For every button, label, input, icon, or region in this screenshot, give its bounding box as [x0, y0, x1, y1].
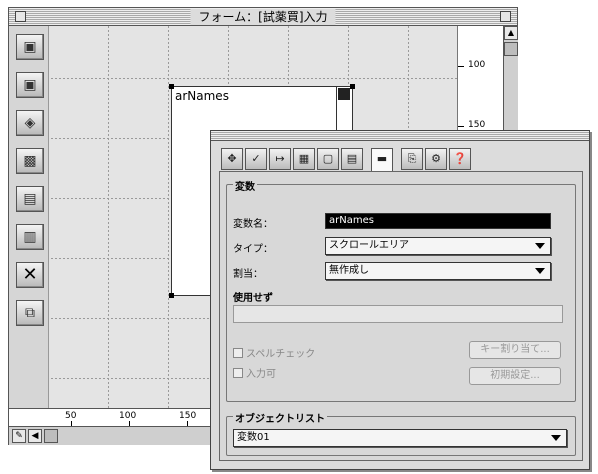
- ruler-label: 150: [179, 411, 197, 421]
- method-icon[interactable]: ⚙: [425, 148, 447, 170]
- arrow-icon[interactable]: ↦: [269, 148, 291, 170]
- checkbox-icon: [233, 368, 243, 378]
- variable-name-field[interactable]: arNames: [325, 213, 551, 229]
- document-icon[interactable]: ▥: [16, 224, 44, 250]
- document-icon[interactable]: ▤: [16, 186, 44, 212]
- format-popup-value: 無作成し: [329, 265, 369, 276]
- button-icon[interactable]: ◈: [16, 110, 44, 136]
- chevron-down-icon: [535, 243, 545, 249]
- list-icon[interactable]: ▤: [341, 148, 363, 170]
- format-popup[interactable]: 無作成し: [325, 262, 551, 280]
- field-icon[interactable]: ▣: [16, 72, 44, 98]
- field-icon[interactable]: ▣: [16, 34, 44, 60]
- object-variable-label: arNames: [175, 89, 229, 103]
- grid-icon[interactable]: ▦: [293, 148, 315, 170]
- ruler-label: 150: [468, 120, 486, 130]
- selection-handle[interactable]: [169, 84, 174, 89]
- type-label: タイプ：: [233, 244, 273, 255]
- default-settings-button[interactable]: 初期設定...: [469, 367, 561, 385]
- unused-field[interactable]: [233, 305, 563, 323]
- delete-x-icon[interactable]: ✕: [16, 262, 44, 288]
- copy-icon[interactable]: ⧉: [16, 300, 44, 326]
- object-list-group: オブジェクトリスト 変数01: [226, 410, 576, 456]
- format-label: 割当：: [233, 269, 263, 280]
- group-title: 変数: [233, 178, 257, 193]
- type-popup[interactable]: スクロールエリア: [325, 237, 551, 255]
- property-panel: 変数 変数名： arNames タイプ： スクロールエリア 割当： 無作成し 使…: [219, 171, 583, 461]
- checkbox-icon: [233, 348, 243, 358]
- object-list-popup[interactable]: 変数01: [233, 429, 567, 447]
- frame-icon[interactable]: ▢: [317, 148, 339, 170]
- close-box[interactable]: [15, 11, 26, 22]
- property-list-window: ✥ ✓ ↦ ▦ ▢ ▤ ▬ ⎘ ⚙ ❓ 変数 変数名： arNames タイプ：…: [210, 130, 590, 470]
- selection-handle[interactable]: [350, 84, 355, 89]
- page-icon[interactable]: ✎: [12, 429, 26, 443]
- scroll-left-arrow[interactable]: ◀: [28, 429, 42, 443]
- database-icon[interactable]: ▩: [16, 148, 44, 174]
- spellcheck-checkbox[interactable]: スペルチェック: [233, 345, 315, 360]
- scroll-up-arrow[interactable]: ▲: [504, 26, 518, 40]
- check-icon[interactable]: ✓: [245, 148, 267, 170]
- move-icon[interactable]: ✥: [221, 148, 243, 170]
- help-icon[interactable]: ❓: [449, 148, 471, 170]
- enterable-checkbox[interactable]: 入力可: [233, 365, 276, 380]
- ruler-label: 50: [65, 411, 77, 421]
- variable-name-label: 変数名：: [233, 219, 273, 230]
- scroll-up-icon: [338, 88, 350, 100]
- ruler-label: 100: [119, 411, 137, 421]
- scroll-thumb[interactable]: [44, 429, 58, 443]
- chevron-down-icon: [551, 435, 561, 441]
- type-popup-value: スクロールエリア: [329, 240, 409, 251]
- chevron-down-icon: [535, 268, 545, 274]
- field-icon[interactable]: ▬: [371, 148, 393, 172]
- variable-group: 変数 変数名： arNames タイプ： スクロールエリア 割当： 無作成し 使…: [226, 178, 576, 402]
- window-titlebar[interactable]: フォーム：[試薬買]入力: [9, 8, 517, 26]
- group-title: オブジェクトリスト: [233, 410, 327, 425]
- selection-handle[interactable]: [169, 293, 174, 298]
- key-assign-button[interactable]: キー割り当て...: [469, 341, 561, 359]
- ruler-label: 100: [468, 60, 486, 70]
- palette-titlebar[interactable]: [211, 131, 589, 141]
- object-tool-palette: ▣ ▣ ◈ ▩ ▤ ▥ ✕ ⧉: [9, 26, 49, 408]
- object-list-value: 変数01: [237, 432, 270, 443]
- copy-icon[interactable]: ⎘: [401, 148, 423, 170]
- unused-label: 使用せず: [233, 293, 273, 304]
- zoom-box[interactable]: [500, 11, 511, 22]
- scroll-thumb[interactable]: [504, 42, 518, 56]
- window-title: フォーム：[試薬買]入力: [190, 9, 336, 25]
